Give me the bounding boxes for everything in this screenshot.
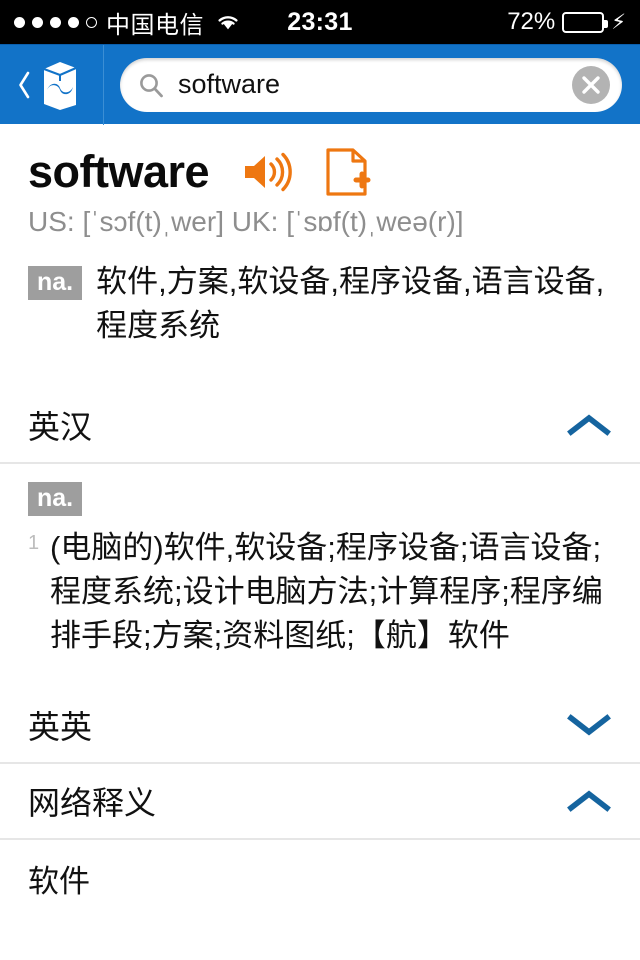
status-bar: 中国电信 23:31 72% ⚡: [0, 0, 640, 44]
dictionary-content: software US: [ˈsɔf(t)ˌwer] UK: [ˈsɒf(t)ˌ…: [0, 124, 640, 960]
search-icon: [138, 72, 164, 98]
section-title-wang-luo-shi-yi: 网络释义: [28, 785, 157, 822]
chevron-up-icon[interactable]: [566, 788, 612, 814]
section-header-ying-han[interactable]: 英汉: [0, 388, 640, 462]
sense-number: 1: [28, 532, 40, 555]
navigation-bar: software: [0, 44, 640, 125]
back-home-button[interactable]: [0, 44, 104, 125]
youdao-book-logo-icon: [33, 57, 87, 113]
sense-text: (电脑的)软件,软设备;程序设备;语言设备;程度系统;设计电脑方法;计算程序;程…: [50, 530, 603, 654]
search-input[interactable]: software: [178, 69, 572, 100]
clock-time: 23:31: [287, 7, 353, 36]
brief-definition-text: 软件,方案,软设备,程序设备,语言设备,程度系统: [96, 264, 605, 344]
chevron-down-icon[interactable]: [566, 712, 612, 738]
clear-circle-icon[interactable]: [572, 65, 610, 104]
chevron-up-icon[interactable]: [566, 412, 612, 438]
back-chevron-icon: [17, 70, 31, 100]
part-of-speech-badge: na.: [28, 266, 83, 300]
section-title-ying-han: 英汉: [28, 409, 93, 446]
phonetic-transcription: US: [ˈsɔf(t)ˌwer] UK: [ˈsɒf(t)ˌweə(r)]: [28, 206, 464, 237]
entry-pos-badge: na.: [28, 482, 83, 517]
page-title: software: [28, 146, 210, 197]
section-header-ying-ying[interactable]: 英英: [0, 688, 640, 762]
battery-icon: [562, 11, 609, 33]
section-body-ying-han: na. 1 (电脑的)软件,软设备;程序设备;语言设备;程度系统;设计电脑方法;…: [0, 464, 640, 688]
search-field[interactable]: software: [120, 57, 622, 112]
sense-row: 1 (电脑的)软件,软设备;程序设备;语言设备;程度系统;设计电脑方法;计算程序…: [28, 526, 612, 658]
section-header-wang-luo-shi-yi[interactable]: 网络释义: [0, 764, 640, 838]
speaker-icon[interactable]: [241, 151, 293, 193]
section-title-ying-ying: 英英: [28, 709, 93, 746]
add-to-wordbook-icon[interactable]: [325, 147, 371, 197]
headword-row: software: [0, 124, 640, 198]
network-definition-item: 软件: [28, 864, 90, 900]
brief-definition-row: na. 软件,方案,软设备,程序设备,语言设备,程度系统: [0, 238, 640, 348]
